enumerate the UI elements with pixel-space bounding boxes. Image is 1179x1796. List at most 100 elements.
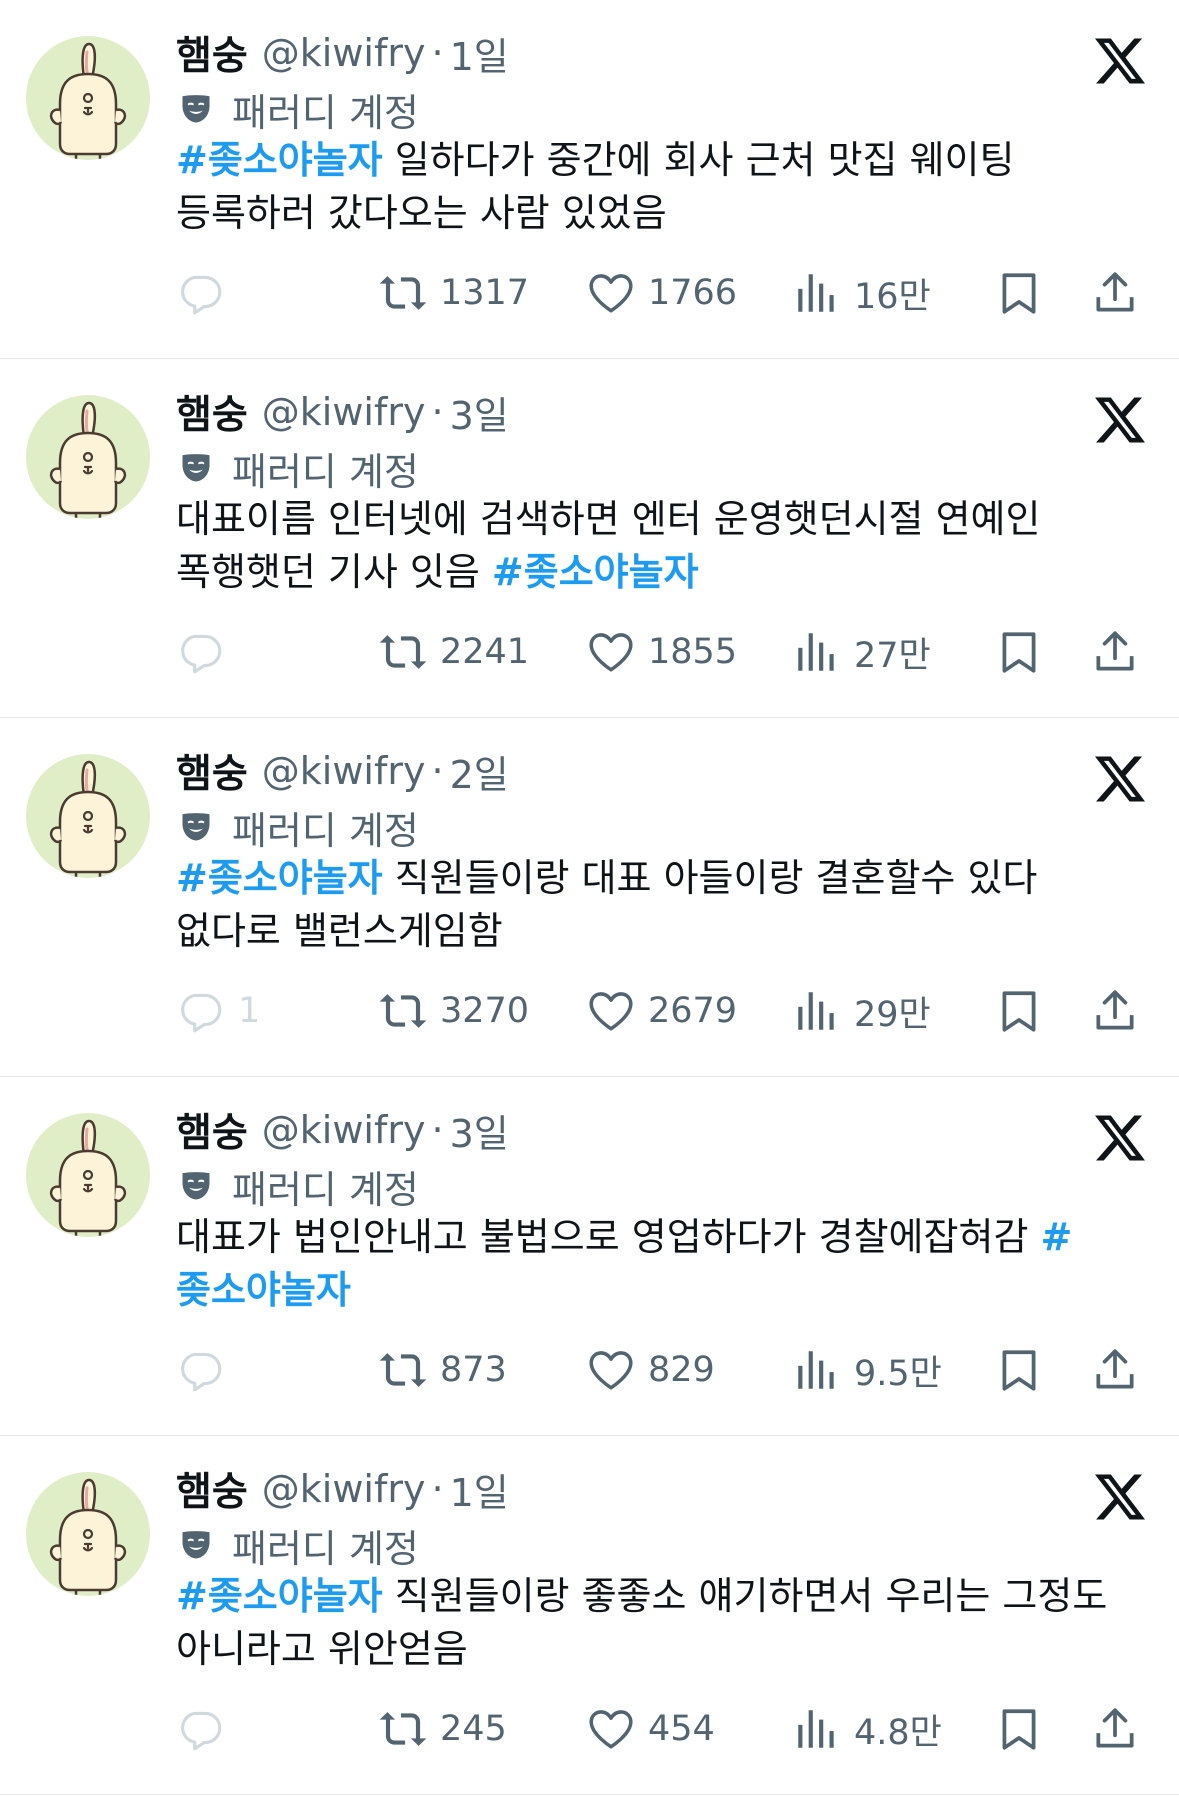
tweet[interactable]: 햄숭 @kiwifry · 1일 패러디 계정 #좆소야놀자 일하다가 중간에 … (0, 0, 1179, 359)
reply-bubble-icon (176, 986, 226, 1036)
views-count: 9.5만 (854, 1353, 942, 1394)
rabbit-avatar[interactable] (26, 1472, 150, 1596)
display-name[interactable]: 햄숭 (176, 1461, 248, 1517)
timestamp[interactable]: 2일 (450, 744, 509, 799)
bookmark-icon (994, 1704, 1044, 1754)
views-button[interactable]: 29만 (792, 982, 931, 1040)
bookmark-button[interactable] (994, 264, 1044, 322)
timestamp[interactable]: 3일 (450, 1103, 509, 1158)
rabbit-avatar[interactable] (26, 36, 150, 160)
action-bar: 1317 1766 16만 (176, 264, 1153, 322)
share-icon (1090, 986, 1140, 1036)
like-button[interactable]: 1855 (586, 623, 737, 681)
like-button[interactable]: 1766 (586, 264, 737, 322)
tweet-feed: 햄숭 @kiwifry · 1일 패러디 계정 #좆소야놀자 일하다가 중간에 … (0, 0, 1179, 1795)
reply-button[interactable]: 1 (176, 982, 260, 1040)
tweet[interactable]: 햄숭 @kiwifry · 1일 패러디 계정 #좆소야놀자 직원들이랑 좋좋소… (0, 1436, 1179, 1795)
parody-account-badge: 패러디 계정 (178, 1159, 419, 1213)
action-bar: 245 454 4.8만 (176, 1700, 1153, 1758)
user-handle[interactable]: @kiwifry (262, 749, 426, 793)
tweet-text-segment: 대표가 법인안내고 불법으로 영업하다가 경찰에잡혀감 (176, 1215, 1041, 1259)
share-button[interactable] (1090, 1341, 1140, 1399)
rabbit-avatar[interactable] (26, 395, 150, 519)
retweet-count: 2241 (440, 632, 530, 672)
hashtag-link[interactable]: #좆소야놀자 (176, 1574, 383, 1618)
display-name[interactable]: 햄숭 (176, 743, 248, 799)
retweet-icon (378, 1345, 428, 1395)
views-bar-icon (792, 1345, 842, 1395)
display-name[interactable]: 햄숭 (176, 1102, 248, 1158)
like-button[interactable]: 829 (586, 1341, 715, 1399)
share-button[interactable] (1090, 264, 1140, 322)
user-handle[interactable]: @kiwifry (262, 1108, 426, 1152)
heart-icon (586, 1345, 636, 1395)
hashtag-link[interactable]: #좆소야놀자 (176, 138, 383, 182)
tweet-header: 햄숭 @kiwifry · 2일 (176, 742, 509, 800)
reply-button[interactable] (176, 1341, 238, 1399)
like-count: 1855 (648, 632, 738, 672)
like-count: 454 (648, 1709, 715, 1749)
heart-icon (586, 1704, 636, 1754)
tweet-text: 대표이름 인터넷에 검색하면 엔터 운영햇던시절 연예인 폭행햇던 기사 잇음 … (176, 493, 1151, 599)
retweet-button[interactable]: 1317 (378, 264, 529, 322)
retweet-button[interactable]: 873 (378, 1341, 507, 1399)
heart-icon (586, 627, 636, 677)
like-button[interactable]: 454 (586, 1700, 715, 1758)
timestamp[interactable]: 1일 (450, 26, 509, 81)
parody-account-label: 패러디 계정 (232, 1526, 419, 1571)
tweet[interactable]: 햄숭 @kiwifry · 2일 패러디 계정 #좆소야놀자 직원들이랑 대표 … (0, 718, 1179, 1077)
user-handle[interactable]: @kiwifry (262, 31, 426, 75)
retweet-icon (378, 268, 428, 318)
share-button[interactable] (1090, 623, 1140, 681)
x-logo-icon (1095, 395, 1145, 445)
like-count: 829 (648, 1350, 715, 1390)
display-name[interactable]: 햄숭 (176, 384, 248, 440)
like-button[interactable]: 2679 (586, 982, 737, 1040)
tweet[interactable]: 햄숭 @kiwifry · 3일 패러디 계정 대표가 법인안내고 불법으로 영… (0, 1077, 1179, 1436)
display-name[interactable]: 햄숭 (176, 25, 248, 81)
views-button[interactable]: 16만 (792, 264, 931, 322)
separator-dot: · (431, 1108, 444, 1152)
bookmark-button[interactable] (994, 1341, 1044, 1399)
retweet-count: 873 (440, 1350, 507, 1390)
share-button[interactable] (1090, 1700, 1140, 1758)
bookmark-button[interactable] (994, 1700, 1044, 1758)
timestamp[interactable]: 3일 (450, 385, 509, 440)
retweet-button[interactable]: 2241 (378, 623, 529, 681)
tweet-header: 햄숭 @kiwifry · 3일 (176, 1101, 509, 1159)
views-bar-icon (792, 627, 842, 677)
theater-mask-icon (178, 450, 214, 486)
timestamp[interactable]: 1일 (450, 1462, 509, 1517)
reply-button[interactable] (176, 264, 238, 322)
views-button[interactable]: 4.8만 (792, 1700, 942, 1758)
reply-button[interactable] (176, 1700, 238, 1758)
rabbit-avatar[interactable] (26, 1113, 150, 1237)
reply-count: 1 (238, 991, 261, 1031)
tweet-header: 햄숭 @kiwifry · 1일 (176, 24, 509, 82)
separator-dot: · (431, 31, 444, 75)
hashtag-link[interactable]: #좆소야놀자 (176, 856, 383, 900)
retweet-button[interactable]: 245 (378, 1700, 507, 1758)
retweet-count: 3270 (440, 991, 530, 1031)
user-handle[interactable]: @kiwifry (262, 390, 426, 434)
views-bar-icon (792, 986, 842, 1036)
tweet-header: 햄숭 @kiwifry · 3일 (176, 383, 509, 441)
share-button[interactable] (1090, 982, 1140, 1040)
views-button[interactable]: 27만 (792, 623, 931, 681)
reply-button[interactable] (176, 623, 238, 681)
rabbit-avatar[interactable] (26, 754, 150, 878)
tweet-text: #좆소야놀자 일하다가 중간에 회사 근처 맛집 웨이팅 등록하러 갔다오는 사… (176, 134, 1151, 240)
action-bar: 2241 1855 27만 (176, 623, 1153, 681)
parody-account-label: 패러디 계정 (232, 90, 419, 135)
views-button[interactable]: 9.5만 (792, 1341, 942, 1399)
x-logo-icon (1095, 36, 1145, 86)
user-handle[interactable]: @kiwifry (262, 1467, 426, 1511)
bookmark-button[interactable] (994, 623, 1044, 681)
retweet-icon (378, 1704, 428, 1754)
retweet-button[interactable]: 3270 (378, 982, 529, 1040)
hashtag-link[interactable]: #좆소야놀자 (492, 550, 699, 594)
separator-dot: · (431, 390, 444, 434)
bookmark-button[interactable] (994, 982, 1044, 1040)
reply-bubble-icon (176, 627, 226, 677)
tweet[interactable]: 햄숭 @kiwifry · 3일 패러디 계정 대표이름 인터넷에 검색하면 엔… (0, 359, 1179, 718)
